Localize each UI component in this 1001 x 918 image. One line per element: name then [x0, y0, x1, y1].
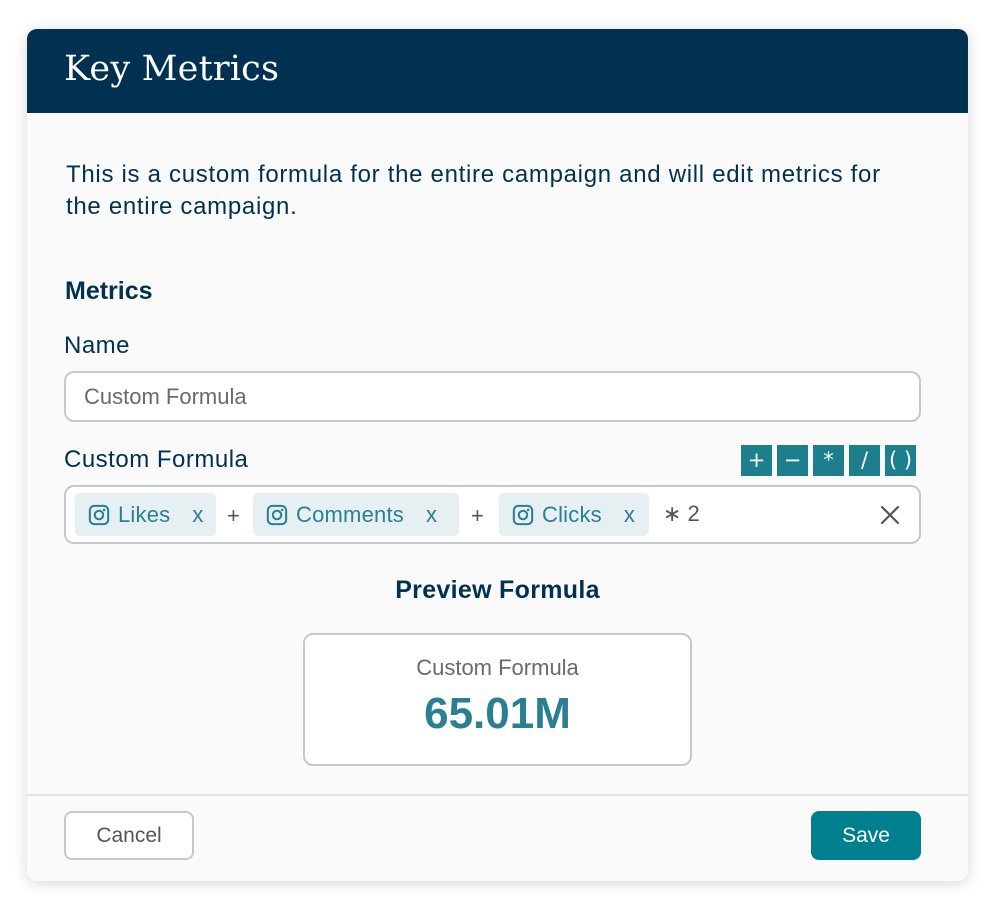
name-input[interactable]	[64, 371, 921, 422]
preview-formula-title: Preview Formula	[395, 576, 600, 604]
name-label: Name	[64, 332, 131, 359]
footer-divider	[27, 794, 968, 796]
preview-card: Custom Formula 65.01M	[303, 633, 692, 766]
formula-operator: +	[227, 503, 240, 528]
formula-multiplier: ∗ 2	[663, 501, 700, 526]
remove-chip-button[interactable]: x	[624, 502, 635, 528]
instagram-icon	[266, 504, 288, 525]
operator-multiply-button[interactable]: *	[813, 445, 844, 476]
modal-title: Key Metrics	[64, 49, 280, 89]
custom-formula-label: Custom Formula	[64, 446, 249, 473]
formula-chip-label: Comments	[296, 501, 404, 527]
cancel-button[interactable]: Cancel	[64, 811, 194, 860]
operator-parentheses-button[interactable]: ( )	[885, 445, 916, 476]
formula-operator: +	[471, 503, 484, 528]
operator-subtract-button[interactable]: −	[777, 445, 808, 476]
instagram-icon	[88, 504, 110, 525]
key-metrics-modal: Key Metrics This is a custom formula for…	[27, 29, 968, 881]
operator-add-button[interactable]: +	[741, 445, 772, 476]
instagram-icon	[512, 504, 534, 525]
formula-chip-comments[interactable]: Comments x	[253, 493, 459, 536]
formula-chip-label: Likes	[118, 501, 171, 527]
remove-chip-button[interactable]: x	[192, 502, 203, 528]
save-button[interactable]: Save	[811, 811, 921, 860]
modal-description: This is a custom formula for the entire …	[66, 161, 881, 220]
formula-operator-toolbar: + − * / ( )	[741, 445, 916, 476]
formula-chip-clicks[interactable]: Clicks x	[499, 493, 649, 536]
formula-chip-label: Clicks	[542, 501, 602, 527]
custom-formula-input[interactable]: Likes x + Comments x + Clicks x ∗ 2	[64, 485, 921, 544]
formula-chip-likes[interactable]: Likes x	[75, 493, 216, 536]
modal-header: Key Metrics	[27, 29, 968, 113]
remove-chip-button[interactable]: x	[426, 502, 437, 528]
clear-formula-icon[interactable]	[878, 503, 902, 527]
metrics-section-title: Metrics	[65, 277, 153, 305]
preview-card-label: Custom Formula	[416, 655, 579, 680]
operator-divide-button[interactable]: /	[849, 445, 880, 476]
preview-card-value: 65.01M	[424, 689, 571, 738]
